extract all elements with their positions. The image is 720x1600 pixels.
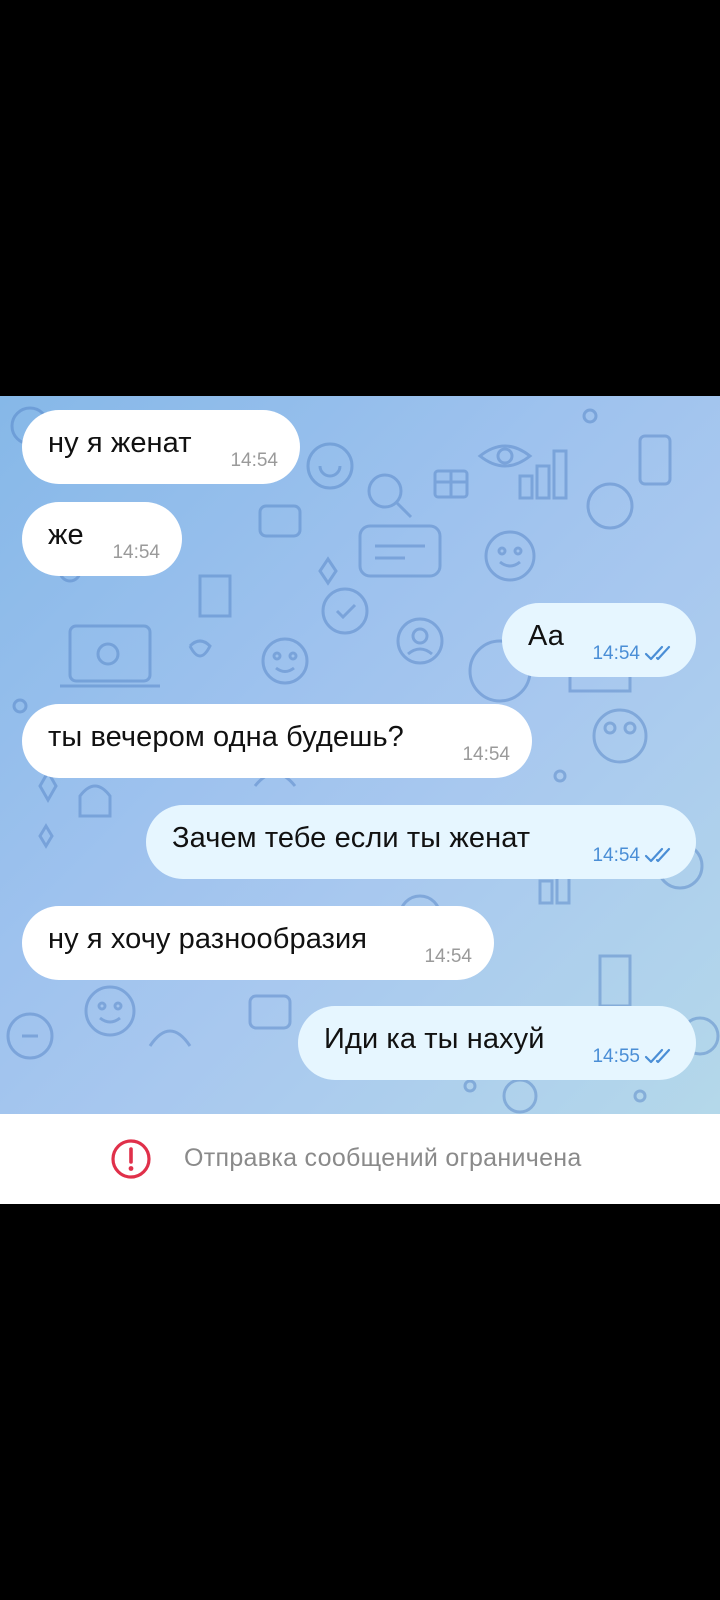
- exclamation-circle-icon: [111, 1139, 151, 1179]
- chat-area[interactable]: ну я женат 14:54 же 14:54 Аа 14:54 ты ве…: [0, 396, 720, 1114]
- message-time: 14:54: [462, 744, 510, 765]
- message-text: Аа: [528, 620, 564, 652]
- message-text: Зачем тебе если ты женат: [172, 822, 531, 854]
- message-time: 14:54: [424, 946, 472, 967]
- message-time: 14:54: [230, 450, 278, 471]
- double-check-icon: [644, 1048, 671, 1064]
- double-check-icon: [644, 645, 671, 661]
- message-bubble-outgoing[interactable]: Иди ка ты нахуй 14:55: [298, 1006, 696, 1080]
- message-bubble-incoming[interactable]: ну я женат 14:54: [22, 410, 300, 484]
- message-time: 14:54: [592, 845, 640, 866]
- message-time: 14:54: [112, 542, 160, 563]
- double-check-icon: [644, 847, 671, 863]
- message-bubble-outgoing[interactable]: Зачем тебе если ты женат 14:54: [146, 805, 696, 879]
- message-text: ну я женат: [48, 427, 192, 459]
- message-bubble-incoming[interactable]: ты вечером одна будешь? 14:54: [22, 704, 532, 778]
- message-time: 14:55: [592, 1046, 640, 1067]
- message-bubble-incoming[interactable]: ну я хочу разнообразия 14:54: [22, 906, 494, 980]
- message-bubble-outgoing[interactable]: Аа 14:54: [502, 603, 696, 677]
- message-text: ну я хочу разнообразия: [48, 923, 368, 955]
- message-time: 14:54: [592, 643, 640, 664]
- message-bubble-incoming[interactable]: же 14:54: [22, 502, 182, 576]
- screen: ну я женат 14:54 же 14:54 Аа 14:54 ты ве…: [0, 0, 720, 1600]
- message-text: же: [48, 519, 84, 551]
- message-text: Иди ка ты нахуй: [324, 1023, 545, 1055]
- restricted-message-label: Отправка сообщений ограничена: [184, 1144, 582, 1172]
- restricted-status-bar: Отправка сообщений ограничена: [0, 1114, 720, 1204]
- message-text: ты вечером одна будешь?: [48, 721, 404, 753]
